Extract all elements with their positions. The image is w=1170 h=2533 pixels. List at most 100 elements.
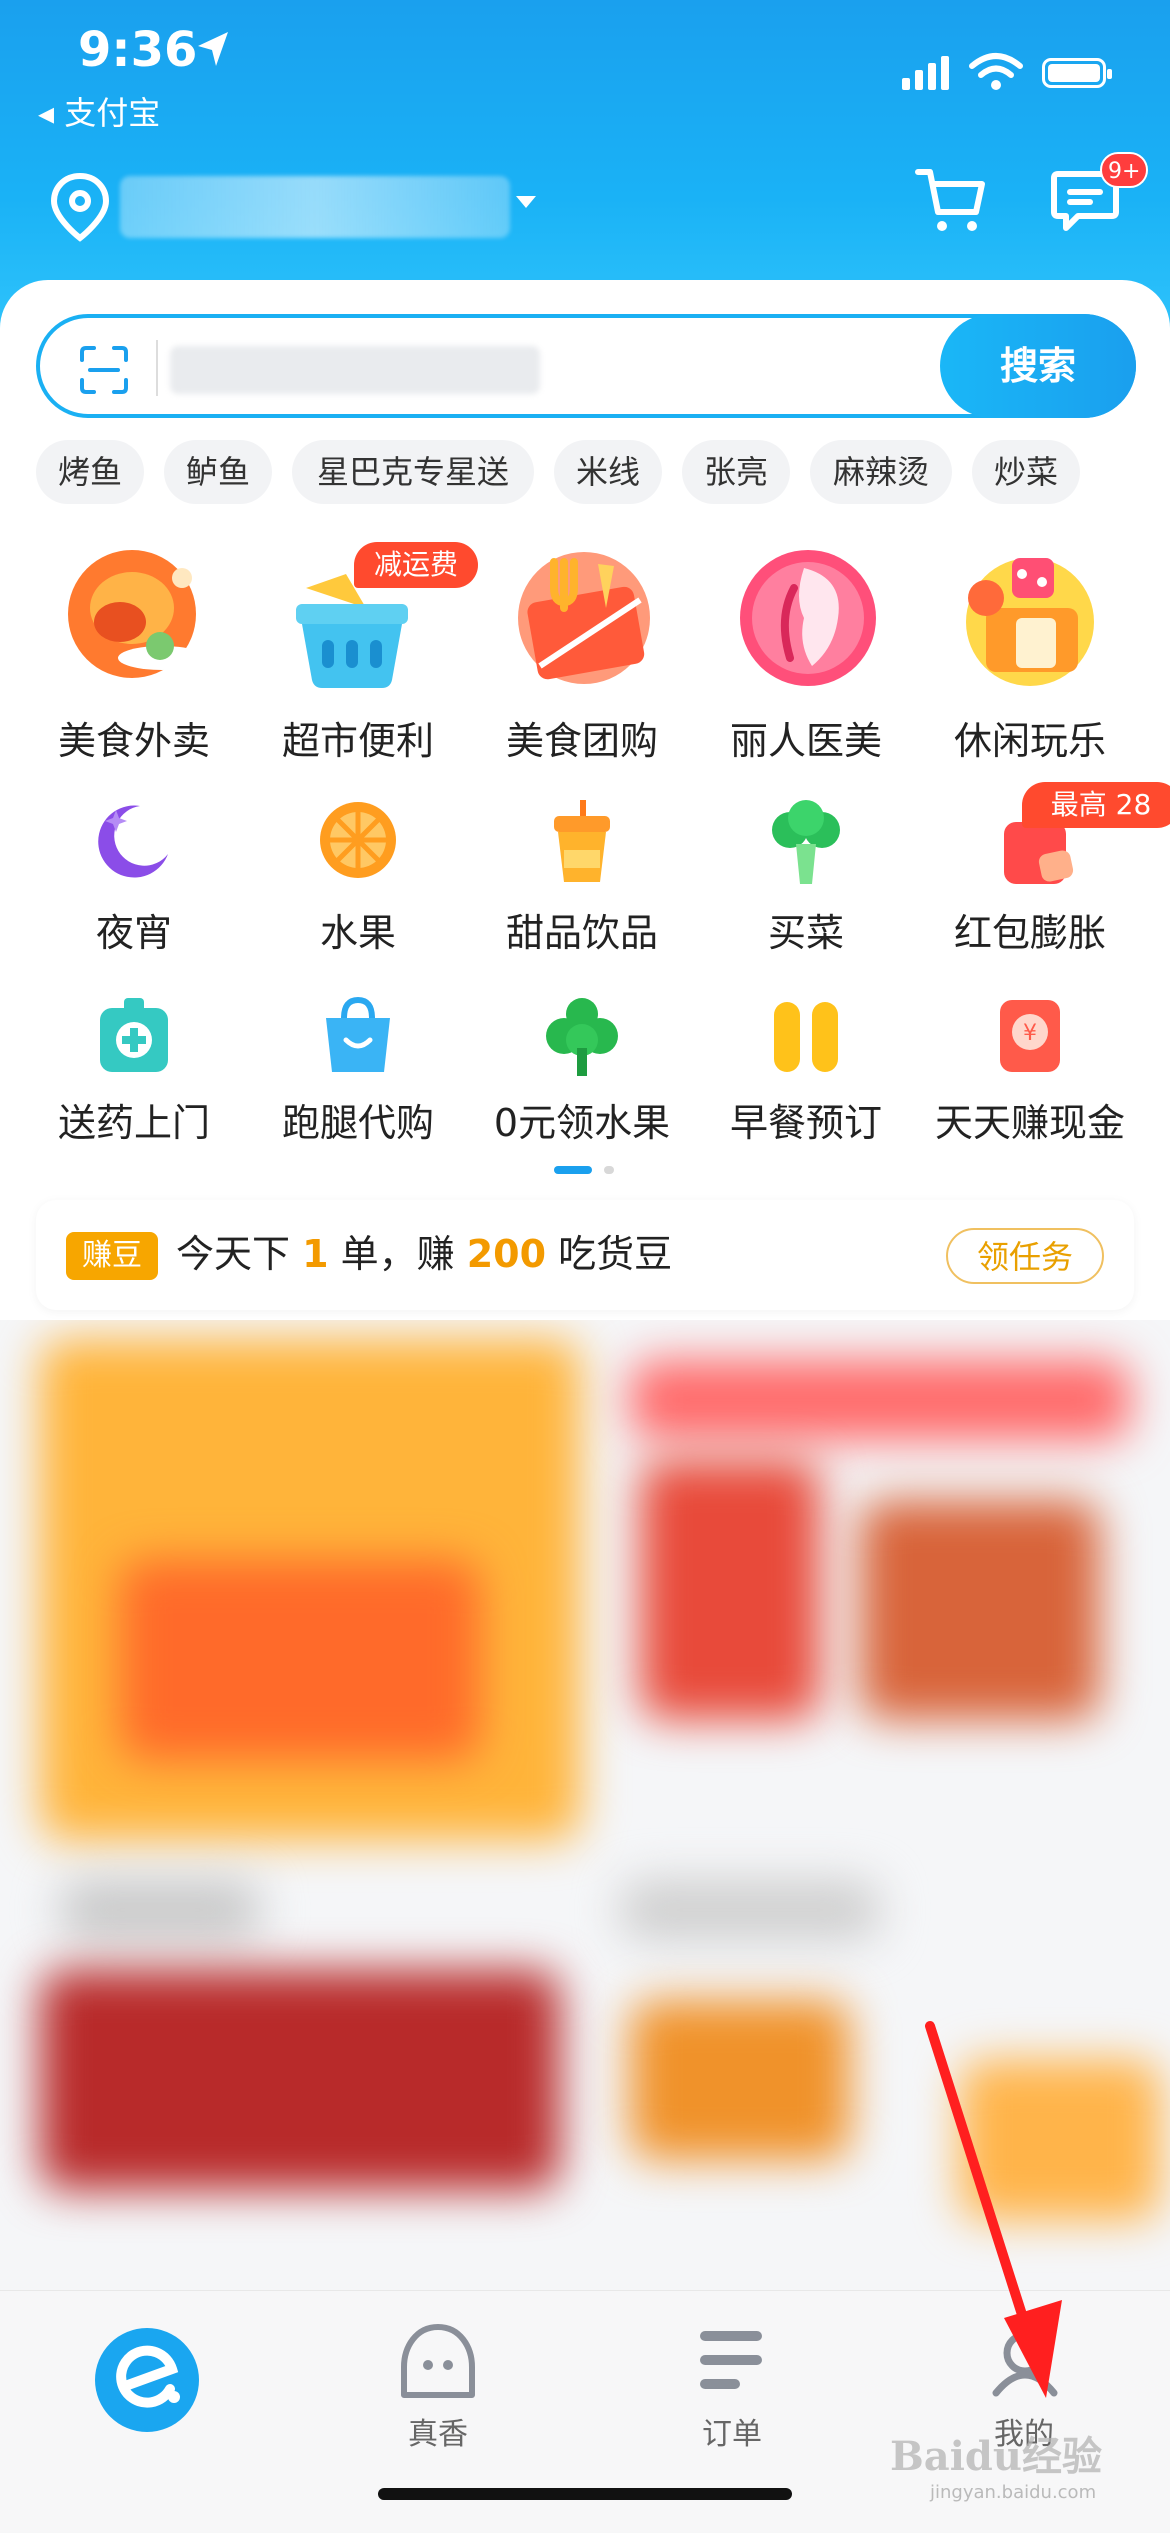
leisure-icon: [966, 558, 1094, 686]
feed-card-title: [60, 1880, 260, 1940]
task-text-c: 吃货豆: [546, 1232, 673, 1276]
food-delivery-icon: [68, 550, 206, 678]
task-order-count: 1: [302, 1232, 329, 1276]
orange-icon: [320, 802, 396, 878]
recommendation-feed: [0, 1320, 1170, 2300]
tag-item[interactable]: 张亮: [682, 440, 790, 504]
shipping-discount-badge: 减运费: [354, 542, 478, 588]
back-to-alipay[interactable]: ◂ 支付宝: [38, 88, 160, 134]
category-errand[interactable]: 跑腿代购: [246, 996, 470, 1146]
cart-icon[interactable]: [914, 162, 988, 236]
message-badge: 9+: [1100, 152, 1149, 188]
task-text: 今天下 1 单，赚 200 吃货豆: [176, 1226, 672, 1282]
category-label: 早餐预订: [729, 1101, 882, 1145]
category-red-packet[interactable]: 最高 28 红包膨胀: [918, 782, 1170, 970]
beauty-icon: [740, 550, 876, 686]
search-input[interactable]: [170, 346, 540, 394]
category-breakfast[interactable]: 早餐预订: [694, 996, 918, 1146]
category-label: 跑腿代购: [281, 1101, 434, 1145]
category-label: 美食团购: [505, 719, 658, 763]
category-label: 红包膨胀: [953, 911, 1106, 955]
red-packet-badge: 最高 28: [1022, 782, 1170, 828]
medicine-kit-icon: [100, 998, 168, 1072]
feed-card[interactable]: [630, 2000, 850, 2160]
signal-icon: [902, 56, 952, 90]
address-selector[interactable]: [120, 176, 510, 238]
task-bean-count: 200: [466, 1232, 547, 1276]
task-text-a: 今天下: [176, 1232, 303, 1276]
home-indicator: [378, 2488, 792, 2500]
feed-card[interactable]: [960, 2060, 1160, 2220]
battery-icon: [1042, 58, 1112, 88]
feed-card[interactable]: [860, 1500, 1100, 1720]
category-daily-cash[interactable]: ¥ 天天赚现金: [918, 996, 1142, 1146]
eleme-home-icon[interactable]: [92, 2325, 202, 2435]
category-label: 夜宵: [95, 911, 172, 955]
category-fruit[interactable]: 水果: [246, 800, 470, 970]
feed-card[interactable]: [640, 1460, 820, 1720]
pager-dot: [604, 1166, 614, 1174]
category-label: 甜品饮品: [505, 911, 658, 955]
category-free-fruit[interactable]: 0元领水果: [470, 996, 694, 1146]
pager-dot-active: [554, 1166, 592, 1174]
svg-text:¥: ¥: [1023, 1021, 1037, 1046]
category-label: 休闲玩乐: [953, 719, 1106, 763]
category-label: 超市便利: [281, 719, 434, 763]
category-food-delivery[interactable]: 美食外卖: [22, 548, 246, 768]
moon-icon: [98, 805, 168, 878]
tab-zhenxiang[interactable]: 真香: [338, 2409, 538, 2453]
feed-card-header: [630, 1360, 1130, 1440]
feed-card[interactable]: [40, 1970, 560, 2190]
claim-task-button[interactable]: 领任务: [946, 1228, 1104, 1284]
drink-cup-icon: [554, 800, 610, 882]
profile-icon[interactable]: [990, 2327, 1060, 2397]
location-arrow-icon: [198, 32, 228, 66]
category-dessert-drinks[interactable]: 甜品饮品: [470, 800, 694, 970]
feed-card-title: [620, 1880, 880, 1940]
tag-item[interactable]: 麻辣烫: [810, 440, 952, 504]
orders-list-icon[interactable]: [698, 2325, 764, 2395]
category-medicine[interactable]: 送药上门: [22, 996, 246, 1146]
tag-item[interactable]: 星巴克专星送: [292, 440, 534, 504]
category-beauty[interactable]: 丽人医美: [694, 548, 918, 768]
tag-item[interactable]: 鲈鱼: [164, 440, 272, 504]
category-label: 水果: [319, 911, 396, 955]
shopping-bag-icon: [326, 996, 390, 1072]
breakfast-icon: [774, 1002, 838, 1072]
group-buy-icon: [518, 552, 650, 684]
status-time: 9:36: [78, 22, 198, 78]
location-pin-icon[interactable]: [48, 172, 112, 242]
category-label: 丽人医美: [729, 719, 882, 763]
feed-card-image: [120, 1560, 480, 1760]
tag-item[interactable]: 米线: [554, 440, 662, 504]
task-text-b: 单，赚: [328, 1232, 467, 1276]
category-label: 天天赚现金: [934, 1101, 1125, 1145]
baidu-watermark-url: jingyan.baidu.com: [930, 2482, 1097, 2503]
tab-orders[interactable]: 订单: [632, 2409, 832, 2453]
tag-item[interactable]: 烤鱼: [36, 440, 144, 504]
search-bar[interactable]: 搜索: [36, 314, 1136, 418]
cash-envelope-icon: ¥: [1000, 1000, 1060, 1072]
category-groceries[interactable]: 买菜: [694, 800, 918, 970]
tag-item[interactable]: 炒菜: [972, 440, 1080, 504]
scan-icon[interactable]: [78, 344, 130, 396]
status-icons: [902, 52, 1112, 92]
category-group-buy[interactable]: 美食团购: [470, 548, 694, 768]
zhenxiang-icon[interactable]: [398, 2323, 478, 2399]
category-label: 买菜: [767, 911, 844, 955]
category-label: 0元领水果: [493, 1101, 671, 1145]
baidu-watermark: Baidu经验: [890, 2433, 1102, 2480]
category-label: 送药上门: [57, 1101, 210, 1145]
category-leisure[interactable]: 休闲玩乐: [918, 548, 1142, 768]
category-supermarket[interactable]: 减运费 超市便利: [246, 542, 478, 768]
earn-beans-tag: 赚豆: [66, 1232, 158, 1280]
category-label: 美食外卖: [57, 719, 210, 763]
search-button[interactable]: 搜索: [940, 314, 1136, 418]
chevron-down-icon[interactable]: [516, 196, 536, 208]
search-divider: [156, 340, 158, 396]
broccoli-icon: [772, 800, 840, 884]
task-banner[interactable]: 赚豆 今天下 1 单，赚 200 吃货豆 领任务: [36, 1200, 1134, 1310]
tree-icon: [546, 998, 618, 1076]
category-late-night[interactable]: 夜宵: [22, 800, 246, 970]
wifi-icon: [969, 53, 1023, 90]
